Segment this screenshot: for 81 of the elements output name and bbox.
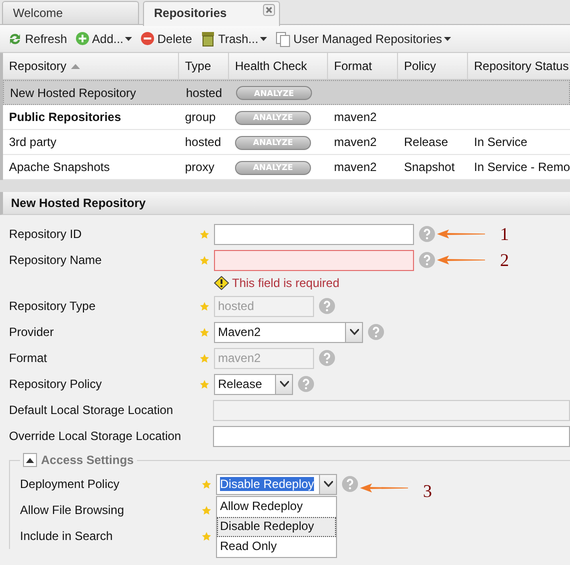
collapse-toggle[interactable] [23, 453, 37, 467]
arrow-annotation [360, 483, 408, 493]
column-header[interactable]: Format [328, 53, 398, 79]
field-label: Allow File Browsing [20, 503, 126, 517]
help-icon[interactable] [368, 324, 384, 340]
column-header[interactable]: Repository [3, 53, 179, 79]
sort-icon [71, 64, 80, 68]
table-row[interactable]: 3rd party hosted ANALYZE maven2 Release In Service [3, 130, 570, 155]
arrow-annotation [437, 255, 485, 265]
close-icon[interactable] [263, 4, 275, 16]
help-icon[interactable] [298, 376, 314, 392]
field-label: Default Local Storage Location [9, 403, 174, 417]
field-label: Include in Search [20, 529, 114, 543]
annotation-number: 2 [500, 250, 509, 270]
pages-icon [275, 30, 292, 46]
caret-icon [444, 36, 452, 40]
column-header[interactable]: Type [179, 53, 229, 79]
chevron-icon [280, 381, 288, 387]
annotation-number: 3 [423, 480, 432, 502]
dropdown-option[interactable]: Disable Redeploy [217, 516, 336, 536]
table-cell: In Service [474, 135, 528, 149]
toolbar-button[interactable]: User Managed Repositories [272, 28, 454, 48]
chevron-icon [324, 481, 332, 487]
tab[interactable]: Welcome [2, 1, 139, 24]
triangle-icon [26, 458, 34, 462]
toolbar-button[interactable]: Delete [137, 29, 196, 48]
annotation-number: 1 [500, 224, 509, 244]
field-label: Deployment Policy [20, 477, 120, 491]
field-label: Repository ID [9, 227, 83, 241]
table-cell: group [185, 110, 216, 124]
section-title: Access Settings [41, 453, 134, 467]
table-cell: Snapshot [404, 160, 455, 174]
table-cell: maven2 [334, 110, 377, 124]
column-header[interactable]: Health Check [229, 53, 328, 79]
panel-title: New Hosted Repository [0, 192, 570, 215]
help-icon[interactable] [419, 252, 435, 268]
field-label: Override Local Storage Location [9, 429, 182, 443]
table-cell: hosted [186, 86, 222, 100]
trash-icon [200, 30, 216, 46]
warning-icon [214, 276, 229, 290]
error-message: This field is required [232, 276, 340, 290]
table-cell: hosted [185, 135, 222, 149]
table-cell: Apache Snapshots [9, 160, 110, 174]
input-field[interactable] [214, 250, 414, 270]
table-row[interactable]: Public Repositories group ANALYZE maven2 [3, 105, 570, 130]
field-label: Format [9, 351, 48, 365]
toolbar-button[interactable]: Trash... [197, 28, 270, 48]
table-cell: Public Repositories [9, 110, 122, 124]
delete-icon [140, 31, 156, 46]
dropdown-field[interactable]: Maven2 [214, 322, 363, 342]
table-cell: New Hosted Repository [10, 86, 136, 100]
dropdown-option[interactable]: Read Only [217, 536, 336, 556]
caret-icon [260, 36, 268, 40]
table-cell: proxy [184, 160, 214, 174]
chevron-icon [350, 329, 358, 335]
table-cell: maven2 [334, 160, 377, 174]
field-label: Repository Name [9, 253, 103, 267]
help-icon[interactable] [342, 476, 358, 492]
input-field[interactable] [212, 426, 570, 446]
toolbar-button[interactable]: Add... [72, 29, 136, 48]
field-label: Repository Policy [9, 377, 103, 391]
table-cell: In Service - Remo [474, 160, 570, 174]
caret-icon [125, 36, 132, 40]
dropdown-option[interactable]: Allow Redeploy [217, 496, 336, 516]
add-icon [75, 31, 90, 46]
table-cell: Release [404, 135, 448, 149]
toolbar-button[interactable]: Refresh [4, 28, 70, 48]
arrow-annotation [437, 229, 485, 239]
field-label: Provider [9, 325, 55, 339]
table-cell: 3rd party [9, 135, 56, 149]
table-cell: maven2 [334, 135, 377, 149]
field-label: Repository Type [9, 299, 96, 313]
column-header[interactable]: Policy [398, 53, 468, 79]
table-row[interactable]: Apache Snapshots proxy ANALYZE maven2 Snapshot In Service - Remo [3, 155, 570, 180]
dropdown-field[interactable]: Release [214, 374, 293, 394]
column-header[interactable]: Repository Status [468, 53, 570, 79]
dropdown-field[interactable]: Disable Redeploy [216, 474, 337, 494]
table-row[interactable]: New Hosted Repository hosted ANALYZE [3, 80, 570, 105]
tab[interactable]: Repositories [143, 1, 280, 26]
input-field[interactable] [214, 224, 414, 244]
help-icon[interactable] [419, 226, 435, 242]
